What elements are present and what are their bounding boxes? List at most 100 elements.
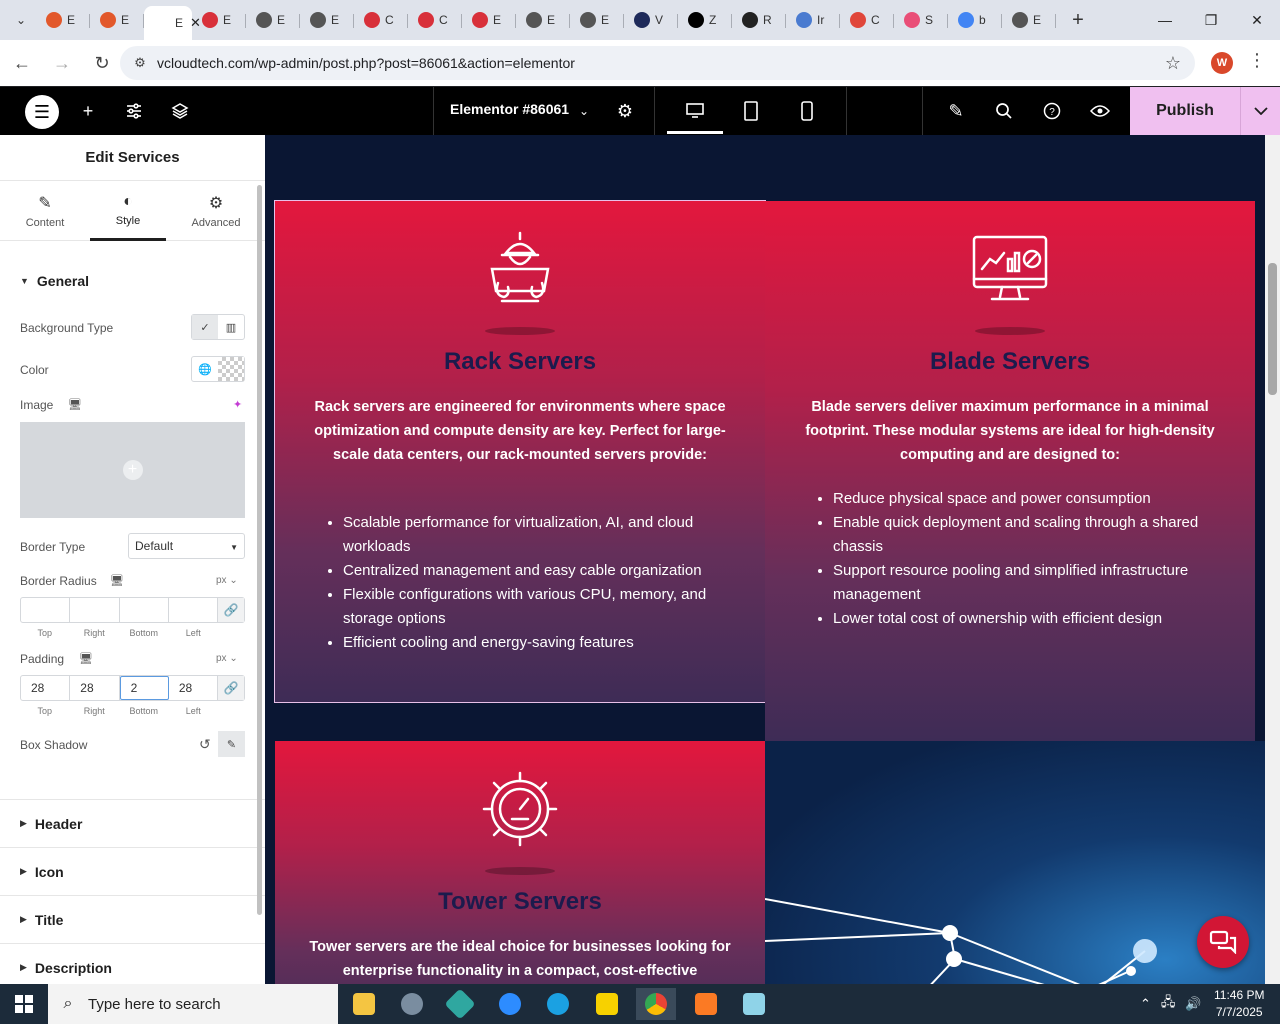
- section-header[interactable]: ▶ Header: [0, 799, 265, 847]
- browser-tab[interactable]: E ✕: [144, 6, 201, 40]
- link-values-icon[interactable]: 🔗: [218, 598, 244, 622]
- edit-pencil-icon[interactable]: ✎: [218, 731, 245, 757]
- responsive-desktop-icon[interactable]: 🖥: [110, 574, 124, 587]
- browser-tab[interactable]: E: [300, 5, 354, 35]
- elementor-logo-icon[interactable]: ☰: [25, 95, 59, 129]
- tablet-view-icon[interactable]: [739, 99, 763, 123]
- service-card-tower[interactable]: Tower Servers Tower servers are the idea…: [275, 741, 765, 984]
- new-tab-button[interactable]: +: [1064, 6, 1092, 34]
- desktop-view-icon[interactable]: [683, 99, 707, 123]
- reset-icon[interactable]: ↺: [199, 736, 211, 753]
- canvas-scrollbar[interactable]: [1265, 135, 1280, 984]
- address-bar[interactable]: ⚙ vcloudtech.com/wp-admin/post.php?post=…: [120, 46, 1195, 80]
- document-title[interactable]: Elementor #86061: [450, 101, 569, 117]
- profile-avatar[interactable]: W: [1211, 52, 1233, 74]
- border-radius-right[interactable]: [70, 598, 120, 622]
- network-icon[interactable]: 🖧: [1161, 993, 1176, 1015]
- xampp-icon[interactable]: [686, 988, 726, 1020]
- link-values-icon[interactable]: 🔗: [218, 676, 244, 700]
- responsive-desktop-icon[interactable]: 🖥: [79, 652, 93, 665]
- help-icon[interactable]: ?: [1040, 99, 1064, 123]
- border-radius-left[interactable]: [169, 598, 219, 622]
- site-settings-icon[interactable]: [122, 99, 146, 123]
- gradient-icon[interactable]: ▥: [218, 315, 244, 339]
- file-explorer-icon[interactable]: [344, 988, 384, 1020]
- edge-icon[interactable]: [538, 988, 578, 1020]
- browser-tab[interactable]: E: [516, 5, 570, 35]
- color-swatch-transparent[interactable]: [218, 357, 244, 381]
- publish-button[interactable]: Publish: [1130, 87, 1240, 135]
- section-general[interactable]: ▼ General: [0, 271, 265, 291]
- tab-advanced[interactable]: ⚙ Advanced: [178, 181, 254, 241]
- back-button[interactable]: ←: [4, 45, 40, 81]
- chrome-icon[interactable]: [636, 988, 676, 1020]
- bookmark-star-icon[interactable]: ☆: [1165, 53, 1181, 74]
- site-info-icon[interactable]: ⚙: [126, 55, 154, 71]
- border-type-select[interactable]: Default ▼: [128, 533, 245, 559]
- add-element-icon[interactable]: +: [76, 99, 100, 123]
- padding-bottom[interactable]: 2: [119, 676, 169, 700]
- browser-tab[interactable]: b: [948, 5, 1002, 35]
- search-icon[interactable]: [992, 99, 1016, 123]
- browser-tab[interactable]: C: [840, 5, 894, 35]
- border-radius-unit[interactable]: px ⌄: [216, 575, 238, 586]
- service-card-rack[interactable]: Rack Servers Rack servers are engineered…: [274, 200, 766, 703]
- section-description[interactable]: ▶ Description: [0, 943, 265, 984]
- zoom-icon[interactable]: [490, 988, 530, 1020]
- classic-brush-icon[interactable]: ✓: [192, 315, 218, 339]
- forward-button[interactable]: →: [44, 45, 80, 81]
- structure-layers-icon[interactable]: [168, 99, 192, 123]
- padding-left[interactable]: 28: [169, 676, 219, 700]
- service-card-blade[interactable]: Blade Servers Blade servers deliver maxi…: [765, 201, 1255, 741]
- page-settings-gear-icon[interactable]: ⚙: [613, 99, 637, 123]
- canvas-scroll-thumb[interactable]: [1268, 263, 1277, 395]
- browser-tab[interactable]: C: [354, 5, 408, 35]
- chat-bubble-button[interactable]: [1197, 916, 1249, 968]
- global-colors-icon[interactable]: 🌐: [192, 357, 218, 381]
- tray-chevron-icon[interactable]: ⌃: [1140, 996, 1151, 1012]
- responsive-desktop-icon[interactable]: 🖥: [68, 398, 82, 411]
- browser-tab[interactable]: C: [408, 5, 462, 35]
- browser-menu-icon[interactable]: ⋮: [1248, 50, 1266, 71]
- browser-tab[interactable]: S: [894, 5, 948, 35]
- app-icon[interactable]: [440, 988, 480, 1020]
- reload-button[interactable]: ↻: [84, 45, 120, 81]
- section-icon[interactable]: ▶ Icon: [0, 847, 265, 895]
- browser-tab[interactable]: V: [624, 5, 678, 35]
- browser-tab[interactable]: E: [570, 5, 624, 35]
- tab-content[interactable]: ✎ Content: [7, 181, 83, 241]
- browser-tab[interactable]: E: [90, 5, 144, 35]
- padding-top[interactable]: 28: [21, 676, 71, 700]
- app-icon[interactable]: [734, 988, 774, 1020]
- browser-tab[interactable]: E: [1002, 5, 1056, 35]
- image-upload-area[interactable]: +: [20, 422, 245, 518]
- minimize-button[interactable]: —: [1142, 0, 1188, 40]
- preview-eye-icon[interactable]: [1088, 99, 1112, 123]
- mobile-view-icon[interactable]: [795, 99, 819, 123]
- panel-scrollbar[interactable]: [257, 185, 262, 915]
- border-radius-top[interactable]: [21, 598, 71, 622]
- padding-unit[interactable]: px ⌄: [216, 653, 238, 664]
- notes-pin-icon[interactable]: ✎: [944, 99, 968, 123]
- browser-tab[interactable]: R: [732, 5, 786, 35]
- tab-search-button[interactable]: ⌄: [6, 6, 36, 34]
- browser-tab[interactable]: E: [462, 5, 516, 35]
- windows-start-icon[interactable]: [0, 984, 48, 1024]
- ai-sparkle-icon[interactable]: ✦: [233, 398, 242, 411]
- app-icon[interactable]: [392, 988, 432, 1020]
- browser-tab[interactable]: E: [36, 5, 90, 35]
- volume-icon[interactable]: 🔊: [1185, 996, 1201, 1012]
- chevron-down-icon[interactable]: ⌄: [572, 99, 596, 123]
- browser-tab[interactable]: E: [192, 5, 246, 35]
- border-radius-bottom[interactable]: [120, 598, 169, 622]
- taskbar-clock[interactable]: 11:46 PM 7/7/2025: [1214, 987, 1264, 1021]
- padding-right[interactable]: 28: [70, 676, 120, 700]
- publish-options-chevron-icon[interactable]: [1240, 87, 1280, 135]
- restore-button[interactable]: ❐: [1188, 0, 1234, 40]
- browser-tab[interactable]: Ir: [786, 5, 840, 35]
- section-title[interactable]: ▶ Title: [0, 895, 265, 943]
- taskbar-search-box[interactable]: ⌕ Type here to search: [48, 984, 338, 1024]
- browser-tab[interactable]: Z: [678, 5, 732, 35]
- sticky-notes-icon[interactable]: [587, 988, 627, 1020]
- browser-tab[interactable]: E: [246, 5, 300, 35]
